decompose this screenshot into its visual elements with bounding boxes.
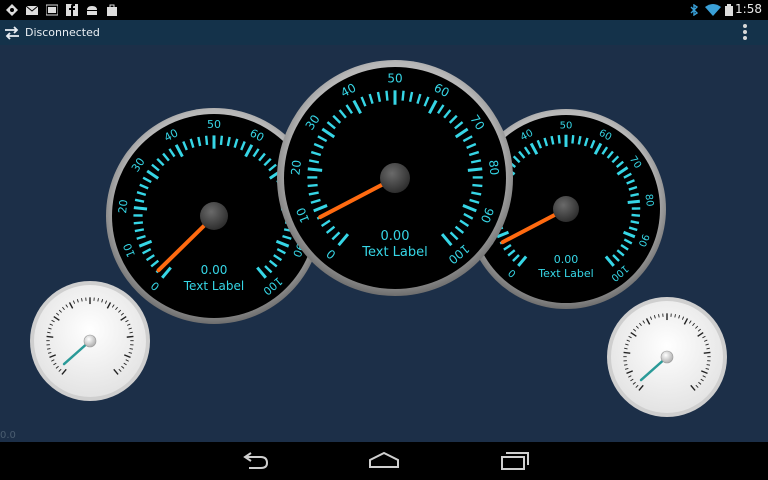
small-gauge-tick <box>129 348 133 350</box>
image-icon <box>46 4 58 16</box>
gauge-center-value: 0.00 <box>381 229 410 244</box>
gauge-tick <box>133 221 144 225</box>
gauge-center-label: Text Label <box>361 245 428 260</box>
gauge-tick-label: 50 <box>207 118 221 131</box>
gauge-tick <box>472 183 483 188</box>
small-gauge-tick <box>703 351 711 354</box>
gauge-right-value: 0.00 <box>554 253 579 266</box>
back-icon[interactable] <box>239 451 271 471</box>
gauge-tick-label: 20 <box>288 159 304 176</box>
gauge-tick <box>219 135 224 146</box>
gauge-tick <box>385 90 389 101</box>
gauge-tick-label: 80 <box>486 159 502 176</box>
small-gauge-tick <box>126 335 134 338</box>
wifi-icon <box>705 4 721 16</box>
small-gauge-tick <box>46 335 54 338</box>
small-gauge-tick <box>658 314 660 318</box>
small-gauge-left <box>30 281 150 401</box>
corner-label: 0.0 <box>0 430 16 441</box>
gauge-tick <box>307 183 318 188</box>
gauge-tick <box>577 135 582 145</box>
gauge-tick-label: 20 <box>116 199 130 214</box>
gauge-tick <box>571 134 575 144</box>
facebook-icon <box>66 4 78 16</box>
status-bar: 1:58 <box>0 0 768 20</box>
connection-status: Disconnected <box>25 26 100 39</box>
gauge-tick-label: 50 <box>387 72 402 86</box>
gauge-tick <box>631 213 641 217</box>
gauge-left-value: 0.00 <box>201 263 228 277</box>
gauge-tick <box>307 167 323 172</box>
gauge-left-label: Text Label <box>183 279 244 293</box>
connection-arrows-icon[interactable] <box>4 26 20 40</box>
overflow-menu-icon[interactable] <box>742 24 748 42</box>
small-gauge-tick <box>97 298 99 302</box>
mail-icon <box>26 5 38 15</box>
small-gauge-tick <box>674 314 676 318</box>
navigation-bar <box>0 442 768 480</box>
action-bar: Disconnected <box>0 20 768 45</box>
gauge-tick <box>630 220 640 225</box>
bluetooth-icon <box>690 4 699 16</box>
gauge-tick <box>134 228 145 233</box>
gauge-tick <box>133 206 148 211</box>
recents-icon[interactable] <box>498 451 530 471</box>
shop-icon <box>107 4 117 16</box>
small-gauge-tick <box>47 348 51 350</box>
gauge-tick-label: 50 <box>560 120 573 131</box>
gauge-tick <box>550 135 555 145</box>
gauge-center: 0102030405060708090100 0.00 Text Label <box>277 60 513 296</box>
small-gauge-tick <box>706 364 710 366</box>
small-gauge-tick <box>81 298 83 302</box>
location-icon <box>6 4 18 16</box>
gauge-panel: 0102030405060708090100 0.00 Text Label 0… <box>30 60 727 417</box>
gauge-tick <box>627 199 641 205</box>
gauge-tick <box>401 90 405 101</box>
small-gauge-tick <box>624 364 628 366</box>
gauge-tick <box>557 134 561 144</box>
gauge-right-label: Text Label <box>537 267 593 280</box>
home-icon[interactable] <box>368 451 400 471</box>
battery-icon <box>725 4 733 16</box>
android-icon <box>87 6 97 15</box>
small-gauge-tick <box>623 351 631 354</box>
small-gauge-right <box>607 297 727 417</box>
gauge-tick-label: 80 <box>643 193 655 207</box>
gauge-tick <box>630 192 639 197</box>
clock: 1:58 <box>735 2 762 16</box>
gauge-tick <box>204 135 209 146</box>
gauge-tick <box>467 167 483 172</box>
